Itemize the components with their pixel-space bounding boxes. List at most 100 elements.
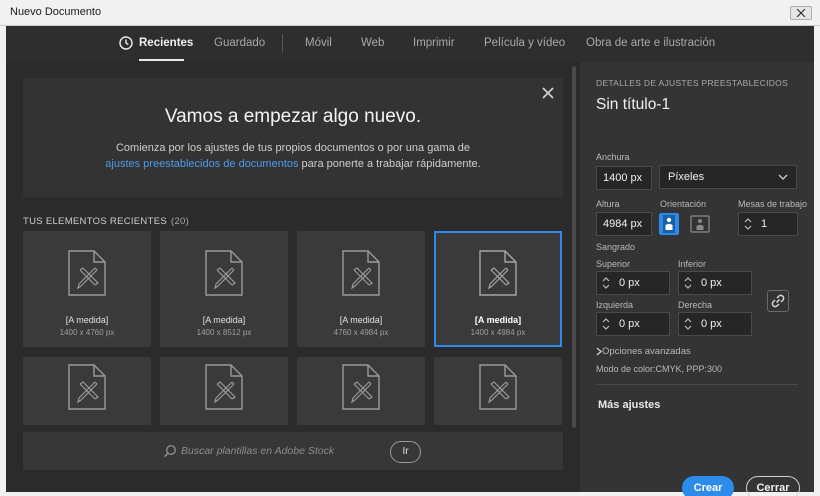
- welcome-description-line1: Comienza por los ajustes de tus propios …: [115, 142, 471, 154]
- bleed-right-input[interactable]: 0 px: [678, 312, 752, 336]
- more-settings-button[interactable]: Más ajustes: [598, 399, 660, 411]
- recent-item-name: [A medida]: [339, 315, 383, 325]
- bleed-left-label: Izquierda: [596, 300, 634, 310]
- artboards-value: 1: [761, 218, 768, 230]
- document-pencil-icon: [205, 364, 243, 410]
- bleed-top-label: Superior: [596, 259, 631, 269]
- create-button[interactable]: Crear: [682, 476, 734, 496]
- bleed-bottom-input[interactable]: 0 px: [678, 271, 752, 295]
- document-pencil-icon: [479, 364, 517, 410]
- recent-items-header: TUS ELEMENTOS RECIENTES (20): [23, 216, 189, 227]
- active-tab-indicator: [139, 59, 184, 61]
- new-document-dialog: Recientes Guardado Móvil Web Imprimir Pe…: [6, 26, 814, 496]
- search-go-button[interactable]: Ir: [390, 441, 421, 463]
- stepper-arrows-icon[interactable]: [601, 276, 611, 290]
- preset-details-panel: DETALLES DE AJUSTES PREESTABLECIDOS Sin …: [580, 62, 814, 496]
- recent-item-card[interactable]: [A medida] 1400 x 8512 px: [160, 231, 288, 347]
- welcome-banner: Vamos a empezar algo nuevo. Comienza por…: [23, 78, 563, 197]
- close-icon: [796, 9, 806, 17]
- document-pencil-icon: [342, 364, 380, 410]
- document-pencil-icon: [342, 250, 380, 296]
- portrait-orientation-icon[interactable]: [659, 213, 679, 235]
- category-tabs: Recientes Guardado Móvil Web Imprimir Pe…: [6, 26, 814, 62]
- document-pencil-icon: [479, 250, 517, 296]
- welcome-description-tail: para ponerte a trabajar rápidamente.: [298, 158, 481, 170]
- recent-pane: Vamos a empezar algo nuevo. Comienza por…: [6, 62, 580, 492]
- stepper-arrows-icon[interactable]: [683, 317, 693, 331]
- tab-imprimir[interactable]: Imprimir: [413, 37, 455, 49]
- color-mode-summary: Modo de color:CMYK, PPP:300: [596, 364, 723, 374]
- height-label: Altura: [596, 199, 620, 209]
- document-pencil-icon: [68, 250, 106, 296]
- document-pencil-icon: [68, 364, 106, 410]
- window-title: Nuevo Documento: [10, 6, 102, 18]
- recent-item-name: [A medida]: [65, 315, 109, 325]
- stock-search-bar: Buscar plantillas en Adobe Stock Ir: [23, 432, 563, 470]
- recent-item-size: 1400 x 4760 px: [59, 328, 115, 337]
- artboards-input[interactable]: 1: [738, 212, 798, 236]
- stepper-arrows-icon[interactable]: [683, 276, 693, 290]
- tab-recientes[interactable]: Recientes: [139, 37, 193, 49]
- recent-item-card[interactable]: [A medida] 4760 x 4984 px: [297, 231, 425, 347]
- bleed-top-value: 0 px: [619, 277, 640, 289]
- recent-item-size: 1400 x 4984 px: [470, 328, 526, 337]
- welcome-description-line2: ajustes preestablecidos de documentos pa…: [23, 156, 563, 172]
- units-select-value: Píxeles: [668, 171, 705, 183]
- link-bleed-button[interactable]: [767, 290, 789, 312]
- bleed-left-input[interactable]: 0 px: [596, 312, 670, 336]
- advanced-options-toggle[interactable]: Opciones avanzadas: [602, 346, 691, 357]
- stepper-arrows-icon[interactable]: [743, 217, 753, 231]
- tab-web[interactable]: Web: [361, 37, 384, 49]
- preset-section-title: DETALLES DE AJUSTES PREESTABLECIDOS: [596, 78, 789, 88]
- width-input[interactable]: 1400 px: [596, 166, 652, 190]
- window-titlebar: Nuevo Documento: [0, 0, 820, 26]
- chevron-down-icon: [778, 174, 788, 180]
- recent-scrollbar[interactable]: [572, 66, 576, 428]
- recent-items-title: TUS ELEMENTOS RECIENTES: [23, 216, 167, 227]
- recent-item-card[interactable]: [297, 357, 425, 425]
- recent-item-size: 1400 x 8512 px: [196, 328, 252, 337]
- artboards-label: Mesas de trabajo: [738, 199, 808, 209]
- tab-guardado[interactable]: Guardado: [214, 37, 265, 49]
- search-icon: [163, 444, 177, 458]
- width-label: Anchura: [596, 152, 630, 162]
- recent-item-card[interactable]: [160, 357, 288, 425]
- close-icon[interactable]: [541, 86, 555, 100]
- tab-pelicula-video[interactable]: Película y vídeo: [484, 37, 565, 49]
- recent-item-card-selected[interactable]: [A medida] 1400 x 4984 px: [434, 231, 562, 347]
- recent-items-count: (20): [170, 216, 190, 227]
- recent-item-card[interactable]: [23, 357, 151, 425]
- tab-movil[interactable]: Móvil: [305, 37, 332, 49]
- document-pencil-icon: [205, 250, 243, 296]
- bleed-right-label: Derecha: [678, 300, 713, 310]
- height-input[interactable]: 4984 px: [596, 212, 652, 236]
- recent-item-card[interactable]: [434, 357, 562, 425]
- units-select[interactable]: Píxeles: [659, 165, 797, 189]
- recent-item-name: [A medida]: [202, 315, 246, 325]
- stepper-arrows-icon[interactable]: [601, 317, 611, 331]
- divider: [596, 384, 798, 385]
- welcome-description: Comienza por los ajustes de tus propios …: [23, 140, 563, 172]
- stock-search-input[interactable]: Buscar plantillas en Adobe Stock: [181, 445, 334, 457]
- bleed-bottom-label: Inferior: [678, 259, 707, 269]
- window-close-button[interactable]: [790, 6, 812, 20]
- recent-item-card[interactable]: [A medida] 1400 x 4760 px: [23, 231, 151, 347]
- bleed-bottom-value: 0 px: [701, 277, 722, 289]
- welcome-title: Vamos a empezar algo nuevo.: [164, 106, 422, 127]
- landscape-orientation-icon[interactable]: [690, 213, 710, 235]
- bleed-top-input[interactable]: 0 px: [596, 271, 670, 295]
- window-frame-right: [814, 26, 820, 496]
- clock-icon: [119, 36, 133, 50]
- bleed-right-value: 0 px: [701, 318, 722, 330]
- document-name-field[interactable]: Sin título-1: [596, 96, 670, 114]
- tab-obra-arte[interactable]: Obra de arte e ilustración: [586, 37, 715, 49]
- presets-link[interactable]: ajustes preestablecidos de documentos: [105, 158, 298, 170]
- bleed-label: Sangrado: [596, 242, 636, 252]
- tab-divider: [282, 34, 283, 52]
- recent-item-name: [A medida]: [474, 315, 522, 325]
- chain-link-icon: [771, 294, 785, 308]
- recent-item-size: 4760 x 4984 px: [333, 328, 389, 337]
- bleed-left-value: 0 px: [619, 318, 640, 330]
- orientation-label: Orientación: [660, 199, 707, 209]
- close-button[interactable]: Cerrar: [746, 476, 800, 496]
